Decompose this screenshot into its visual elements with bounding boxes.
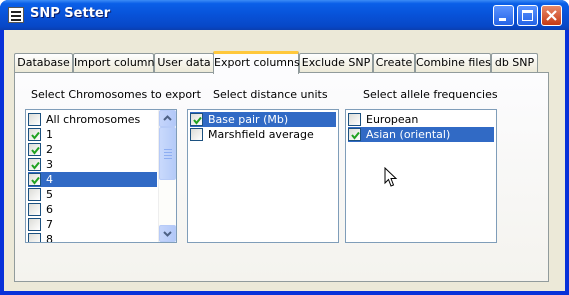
distance-unit-item-label: Base pair (Mb) bbox=[208, 113, 289, 126]
chromosome-checkbox[interactable] bbox=[28, 188, 41, 201]
allele-frequency-checkbox[interactable] bbox=[348, 113, 361, 126]
distance-unit-checkbox[interactable] bbox=[190, 128, 203, 141]
checkmark-icon bbox=[31, 146, 40, 155]
chromosome-checkbox[interactable] bbox=[28, 128, 41, 141]
chromosome-item[interactable]: 3 bbox=[28, 157, 157, 172]
mouse-cursor-icon bbox=[384, 167, 398, 187]
scroll-down-button[interactable] bbox=[159, 225, 176, 242]
chromosome-item[interactable]: 1 bbox=[28, 127, 157, 142]
app-window: SNP Setter Database Import columns User … bbox=[0, 0, 569, 295]
chromosome-item[interactable]: 7 bbox=[28, 217, 157, 232]
chromosomes-label: Select Chromosomes to export bbox=[31, 88, 201, 101]
chromosome-item[interactable]: All chromosomes bbox=[28, 112, 157, 127]
checkmark-icon bbox=[351, 131, 360, 140]
allele-frequency-item[interactable]: European bbox=[348, 112, 494, 127]
distance-units-label: Select distance units bbox=[213, 88, 328, 101]
client-area: Database Import columns User data Export… bbox=[4, 30, 565, 291]
allele-frequency-checkbox[interactable] bbox=[348, 128, 361, 141]
tab-exclude-snp[interactable]: Exclude SNP bbox=[299, 53, 373, 72]
chromosome-listbox[interactable]: 8 7 6 5 4 3 2 1 All chromosomes bbox=[25, 109, 177, 243]
scroll-thumb[interactable] bbox=[159, 127, 176, 180]
distance-unit-checkbox[interactable] bbox=[190, 113, 203, 126]
chromosome-item[interactable]: 6 bbox=[28, 202, 157, 217]
chromosome-item-label: 1 bbox=[46, 128, 53, 141]
chromosome-checkbox[interactable] bbox=[28, 203, 41, 216]
chromosome-item[interactable]: 4 bbox=[28, 172, 157, 187]
chromosome-item[interactable]: 5 bbox=[28, 187, 157, 202]
checkmark-icon bbox=[31, 176, 40, 185]
chromosome-checkbox[interactable] bbox=[28, 143, 41, 156]
window-title: SNP Setter bbox=[30, 6, 111, 21]
chromosome-item-label: 3 bbox=[46, 158, 53, 171]
chromosome-checkbox[interactable] bbox=[28, 158, 41, 171]
chromosome-item-label: 2 bbox=[46, 143, 53, 156]
tab-import-columns[interactable]: Import columns bbox=[73, 53, 160, 72]
tab-database[interactable]: Database bbox=[14, 53, 73, 72]
tab-user-data[interactable]: User data bbox=[154, 53, 214, 72]
chromosome-checkbox[interactable] bbox=[28, 218, 41, 231]
maximize-icon bbox=[522, 10, 533, 21]
allele-frequency-item[interactable]: Asian (oriental) bbox=[348, 127, 494, 142]
allele-frequencies-label: Select allele frequencies bbox=[363, 88, 498, 101]
chromosome-item-label: All chromosomes bbox=[46, 113, 141, 126]
chromosome-checkbox[interactable] bbox=[28, 233, 41, 242]
checkmark-icon bbox=[31, 131, 40, 140]
chevron-down-icon bbox=[163, 231, 172, 237]
checkmark-icon bbox=[193, 116, 202, 125]
chromosome-checkbox[interactable] bbox=[28, 173, 41, 186]
distance-unit-item[interactable]: Base pair (Mb) bbox=[190, 112, 336, 127]
title-bar[interactable]: SNP Setter bbox=[0, 0, 569, 30]
tab-create[interactable]: Create bbox=[373, 53, 415, 72]
chevron-up-icon bbox=[163, 115, 172, 121]
close-icon bbox=[546, 10, 557, 21]
tab-db-snp[interactable]: db SNP bbox=[491, 53, 538, 72]
checkmark-icon bbox=[31, 161, 40, 170]
tab-combine-files[interactable]: Combine files bbox=[415, 53, 491, 72]
chromosome-item-label: 4 bbox=[46, 173, 53, 186]
allele-frequency-item-label: Asian (oriental) bbox=[366, 128, 451, 141]
chromosome-item[interactable]: 8 bbox=[28, 232, 157, 243]
minimize-button[interactable] bbox=[493, 5, 514, 26]
chromosome-item-label: 8 bbox=[46, 233, 53, 243]
chromosome-item-label: 5 bbox=[46, 188, 53, 201]
allele-frequency-item-label: European bbox=[366, 113, 419, 126]
allele-frequency-listbox[interactable]: Asian (oriental) European bbox=[345, 109, 497, 243]
app-icon bbox=[8, 7, 24, 23]
distance-units-listbox[interactable]: Marshfield average Base pair (Mb) bbox=[187, 109, 339, 243]
export-columns-panel: Select Chromosomes to export Select dist… bbox=[14, 72, 549, 282]
chromosome-item-label: 6 bbox=[46, 203, 53, 216]
tab-export-columns[interactable]: Export columns bbox=[213, 51, 300, 74]
distance-unit-item-label: Marshfield average bbox=[208, 128, 314, 141]
scroll-up-button[interactable] bbox=[159, 110, 176, 127]
chromosome-scrollbar[interactable] bbox=[158, 110, 176, 242]
chromosome-item[interactable]: 2 bbox=[28, 142, 157, 157]
minimize-icon bbox=[499, 18, 506, 21]
chromosome-checkbox[interactable] bbox=[28, 113, 41, 126]
chromosome-item-label: 7 bbox=[46, 218, 53, 231]
close-button[interactable] bbox=[541, 5, 562, 26]
maximize-button[interactable] bbox=[517, 5, 538, 26]
distance-unit-item[interactable]: Marshfield average bbox=[190, 127, 336, 142]
